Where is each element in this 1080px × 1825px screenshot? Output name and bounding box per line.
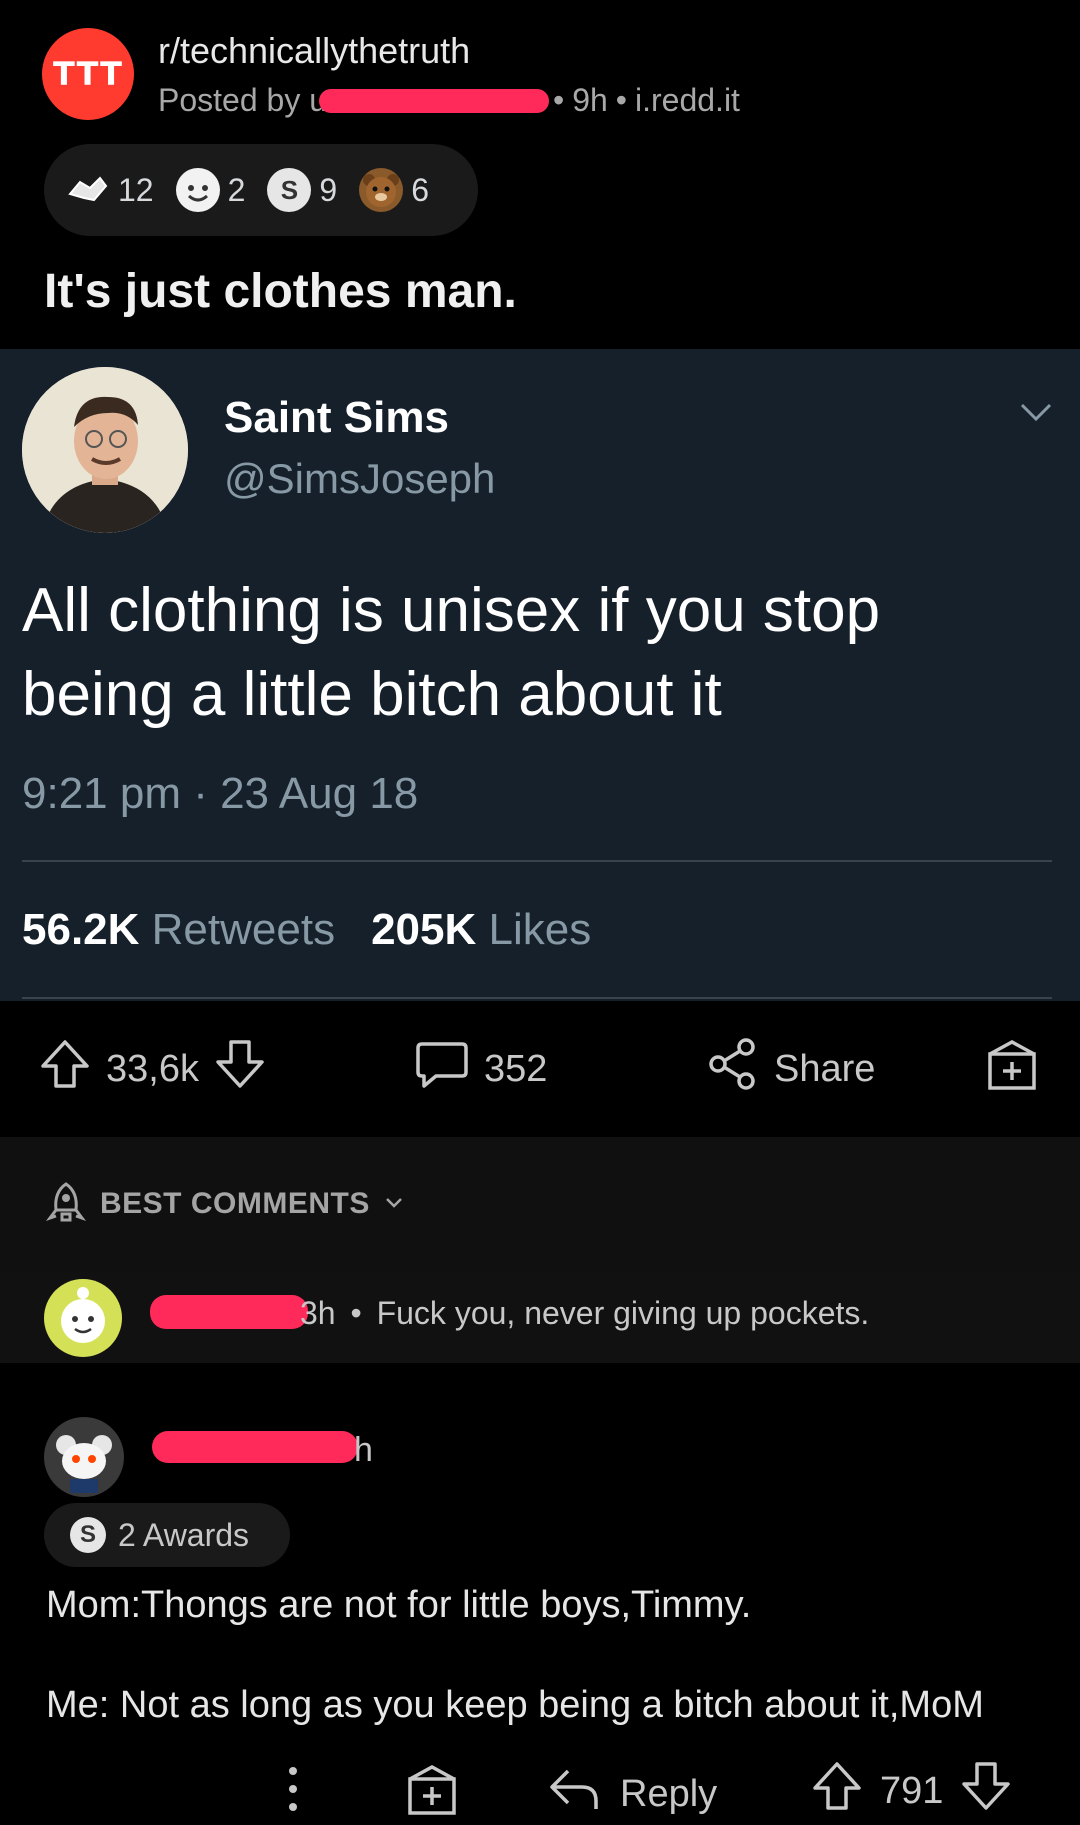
comments-button[interactable]: 352 <box>414 1036 547 1102</box>
redacted-username <box>150 1295 308 1329</box>
redacted-username <box>319 88 549 113</box>
awards-bar[interactable]: 12 2 S 9 6 <box>44 144 478 236</box>
comment-line-2: Me: Not as long as you keep being a bitc… <box>46 1684 984 1726</box>
award-count: 9 <box>319 171 338 208</box>
award-count: 12 <box>118 171 154 208</box>
wholesome-award-icon <box>175 168 220 212</box>
comment-vote-group: 791 <box>810 1759 1013 1823</box>
award-item: S 9 <box>267 168 337 212</box>
tweet-author-name: Saint Sims <box>224 393 449 442</box>
comment-vote-count: 791 <box>880 1769 944 1812</box>
redacted-username <box>152 1431 358 1463</box>
post-title[interactable]: It's just clothes man. <box>44 264 517 319</box>
user-avatar[interactable] <box>44 1279 122 1357</box>
comment-sort-bar[interactable]: BEST COMMENTS <box>0 1137 1080 1271</box>
likes-count: 205K <box>371 905 477 954</box>
meta-separator-2: • <box>615 82 627 118</box>
comment: h S 2 Awards Mom:Thongs are not for litt… <box>0 1387 1080 1825</box>
gift-award-icon <box>984 1036 1040 1102</box>
post-time: 9h <box>572 82 608 118</box>
comment-count: 352 <box>484 1047 548 1090</box>
comment-action-bar: Reply 791 <box>0 1749 1080 1825</box>
vote-group: 33,6k <box>38 1037 267 1101</box>
comment-time: h <box>354 1431 373 1469</box>
user-avatar[interactable] <box>44 1417 124 1497</box>
share-icon <box>706 1037 760 1101</box>
subreddit-name[interactable]: r/technicallythetruth <box>158 30 470 72</box>
tweet-timestamp: 9:21 pm · 23 Aug 18 <box>22 769 419 818</box>
reply-button[interactable]: Reply <box>546 1761 717 1825</box>
comment-separator: • <box>350 1295 362 1331</box>
post-meta: Posted by u • 9h • i.redd.it <box>158 82 740 119</box>
sort-label: BEST COMMENTS <box>100 1187 370 1220</box>
chevron-down-icon <box>382 1190 406 1219</box>
reply-arrow-icon <box>546 1761 602 1825</box>
comment-awards-label: 2 Awards <box>118 1516 250 1553</box>
award-item: 6 <box>359 168 429 212</box>
tweet-author-handle: @SimsJoseph <box>224 455 496 502</box>
tweet-likes: 205K Likes <box>371 905 591 955</box>
gift-award-icon[interactable] <box>404 1761 460 1822</box>
silver-coin-award-icon: S <box>70 1517 106 1553</box>
reply-label: Reply <box>620 1772 718 1815</box>
silver-coin-award-icon: S <box>267 168 312 212</box>
comment-text: Fuck you, never giving up pockets. <box>376 1295 870 1331</box>
share-label: Share <box>774 1047 876 1090</box>
retweets-label: Retweets <box>151 905 336 954</box>
comment-time: 3h <box>300 1295 336 1331</box>
comment-line-1: Mom:Thongs are not for little boys,Timmy… <box>46 1584 752 1626</box>
rocket-icon <box>44 1180 88 1229</box>
tweet-avatar <box>22 367 188 533</box>
award-count: 6 <box>411 171 429 208</box>
post-action-bar: 33,6k 352 Share <box>0 1001 1080 1137</box>
comment-collapsed[interactable]: 3h • Fuck you, never giving up pockets. <box>0 1271 1080 1363</box>
meta-separator: • <box>553 82 565 118</box>
award-item: 2 <box>175 168 246 212</box>
bear-award-icon <box>359 168 404 212</box>
posted-by-prefix[interactable]: Posted by u <box>158 82 327 119</box>
upvote-icon[interactable] <box>38 1037 92 1101</box>
downvote-icon[interactable] <box>959 1759 1013 1823</box>
subreddit-avatar[interactable]: TTT <box>42 28 134 120</box>
award-count: 2 <box>227 171 246 208</box>
award-item: 12 <box>66 168 154 212</box>
share-button[interactable]: Share <box>706 1037 875 1101</box>
subreddit-avatar-text: TTT <box>53 55 123 93</box>
comment-awards[interactable]: S 2 Awards <box>44 1503 290 1567</box>
handshake-award-icon <box>66 168 110 212</box>
tweet-divider <box>22 860 1052 862</box>
post-domain[interactable]: i.redd.it <box>635 82 740 119</box>
tweet-image[interactable]: Saint Sims @SimsJoseph All clothing is u… <box>0 349 1080 1001</box>
tweet-retweets: 56.2K Retweets <box>22 905 335 955</box>
tweet-text: All clothing is unisex if you stop being… <box>22 576 881 729</box>
comment-bubble-icon <box>414 1036 470 1102</box>
comment-preview: 3h • Fuck you, never giving up pockets. <box>300 1295 869 1332</box>
tweet-divider-bottom <box>22 997 1052 999</box>
likes-label: Likes <box>488 905 592 954</box>
retweets-count: 56.2K <box>22 905 140 954</box>
upvote-icon[interactable] <box>810 1759 864 1823</box>
comment-body: Mom:Thongs are not for little boys,Timmy… <box>46 1581 984 1729</box>
chevron-down-icon <box>1016 393 1056 433</box>
post-vote-count: 33,6k <box>106 1047 199 1090</box>
tweet-stats: 56.2K Retweets 205K Likes <box>22 905 591 955</box>
downvote-icon[interactable] <box>213 1037 267 1101</box>
more-options-icon[interactable] <box>284 1765 302 1818</box>
give-award-button[interactable] <box>984 1036 1040 1102</box>
